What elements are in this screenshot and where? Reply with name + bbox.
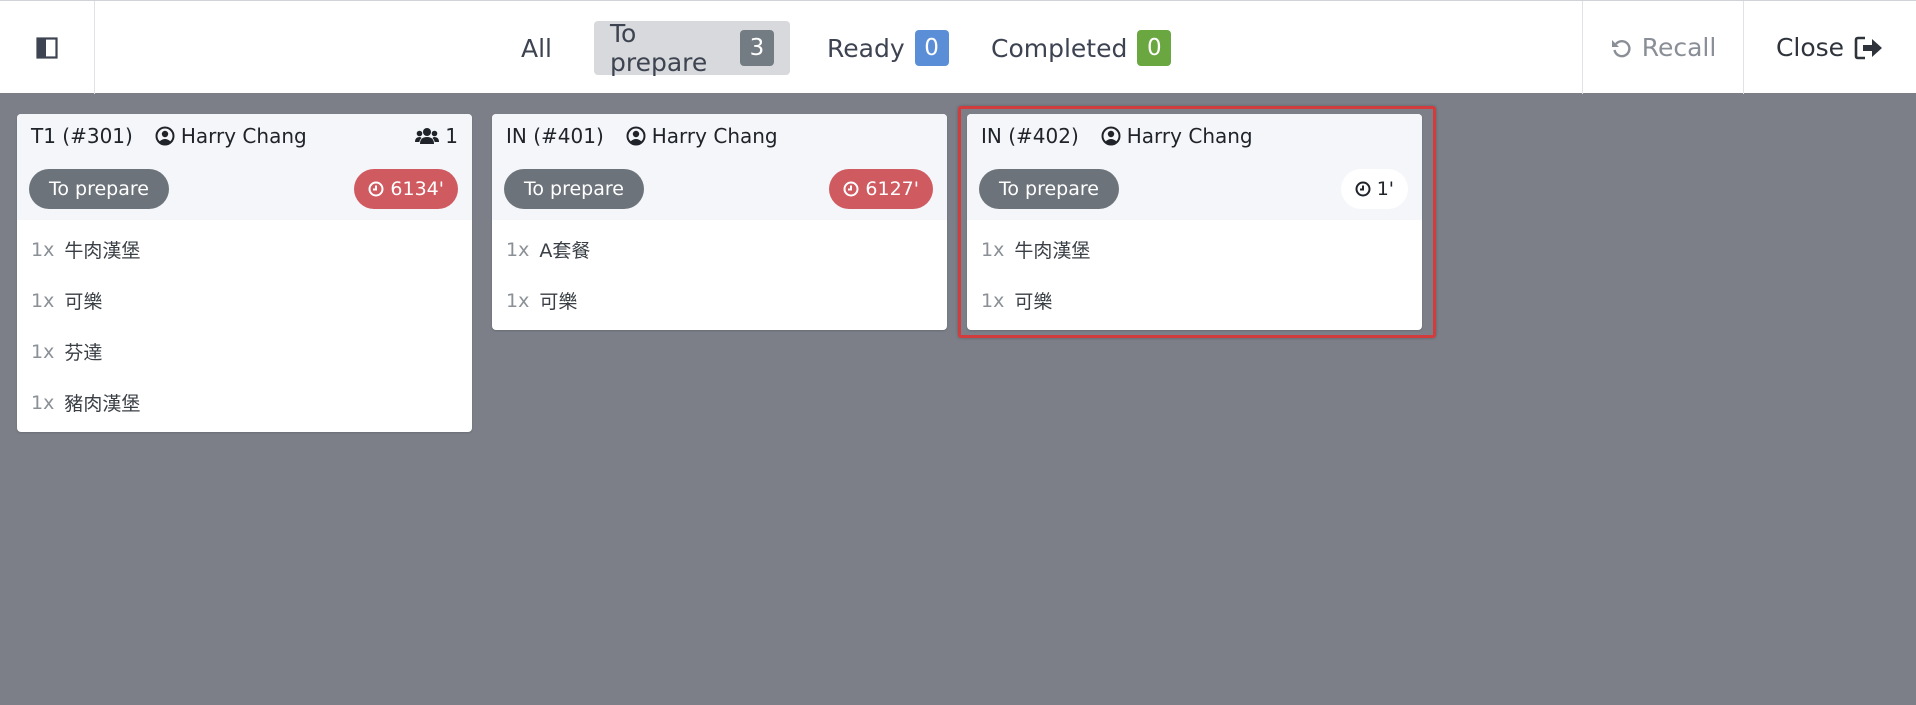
order-line[interactable]: 1x 豬肉漢堡 — [31, 377, 458, 428]
order-title: IN (#401) — [506, 124, 604, 148]
line-qty: 1x — [31, 391, 55, 414]
order-timer-value: 1' — [1376, 178, 1394, 200]
order-customer: Harry Chang — [1101, 124, 1253, 148]
order-timer: 6127' — [829, 169, 933, 209]
customer-name: Harry Chang — [1126, 124, 1253, 148]
tab-all[interactable]: All — [505, 21, 568, 75]
line-qty: 1x — [31, 238, 55, 261]
line-product: 芬達 — [64, 342, 103, 364]
clock-icon — [368, 181, 384, 197]
tab-ready-count: 0 — [914, 30, 949, 66]
close-button[interactable]: Close — [1743, 1, 1916, 94]
tab-ready-label: Ready — [827, 33, 905, 63]
line-qty: 1x — [981, 289, 1005, 312]
order-timer-value: 6127' — [865, 178, 919, 200]
customer-name: Harry Chang — [651, 124, 778, 148]
order-card[interactable]: IN (#401) Harry Chang To prepare 6127' 1… — [492, 114, 947, 330]
line-qty: 1x — [981, 238, 1005, 261]
order-state-button[interactable]: To prepare — [979, 169, 1119, 209]
order-timer: 1' — [1340, 169, 1408, 209]
order-title: IN (#402) — [981, 124, 1079, 148]
order-timer-value: 6134' — [390, 178, 444, 200]
order-state-button[interactable]: To prepare — [504, 169, 644, 209]
guest-count: 1 — [415, 124, 458, 148]
order-line[interactable]: 1x 牛肉漢堡 — [981, 224, 1408, 275]
recall-button[interactable]: Recall — [1582, 1, 1743, 94]
order-timer: 6134' — [354, 169, 458, 209]
sidebar-toggle-button[interactable] — [0, 1, 95, 94]
top-bar: All To prepare 3 Ready 0 Completed 0 Rec… — [0, 0, 1916, 94]
order-card[interactable]: T1 (#301) Harry Chang 1 To prepare 6134'… — [17, 114, 472, 432]
order-customer: Harry Chang — [626, 124, 778, 148]
close-label: Close — [1775, 33, 1845, 62]
line-qty: 1x — [506, 238, 530, 261]
tab-completed-label: Completed — [991, 33, 1128, 63]
order-card-header: T1 (#301) Harry Chang 1 To prepare 6134' — [17, 114, 472, 220]
order-line[interactable]: 1x 牛肉漢堡 — [31, 224, 458, 275]
line-product: 豬肉漢堡 — [64, 393, 141, 415]
order-lines: 1x A套餐 1x 可樂 — [492, 220, 947, 330]
order-card-header: IN (#401) Harry Chang To prepare 6127' — [492, 114, 947, 220]
order-card[interactable]: IN (#402) Harry Chang To prepare 1' 1x 牛… — [967, 114, 1422, 330]
order-card-header: IN (#402) Harry Chang To prepare 1' — [967, 114, 1422, 220]
order-title: T1 (#301) — [31, 124, 133, 148]
order-line[interactable]: 1x A套餐 — [506, 224, 933, 275]
order-lines: 1x 牛肉漢堡 1x 可樂 1x 芬達 1x 豬肉漢堡 — [17, 220, 472, 432]
line-product: A套餐 — [539, 240, 591, 262]
recall-label: Recall — [1641, 33, 1717, 62]
tab-to-prepare[interactable]: To prepare 3 — [594, 19, 790, 77]
line-product: 可樂 — [64, 291, 103, 313]
clock-icon — [843, 181, 859, 197]
line-product: 可樂 — [539, 291, 578, 313]
sidebar-toggle-icon — [36, 36, 58, 59]
sign-out-icon — [1854, 36, 1883, 59]
tab-to-prepare-count: 3 — [740, 30, 774, 66]
tab-ready[interactable]: Ready 0 — [811, 21, 965, 75]
order-lines: 1x 牛肉漢堡 1x 可樂 — [967, 220, 1422, 330]
line-product: 可樂 — [1014, 291, 1053, 313]
order-state-button[interactable]: To prepare — [29, 169, 169, 209]
line-product: 牛肉漢堡 — [1014, 240, 1091, 262]
order-line[interactable]: 1x 可樂 — [31, 275, 458, 326]
order-line[interactable]: 1x 芬達 — [31, 326, 458, 377]
user-circle-icon — [626, 126, 646, 146]
tab-completed[interactable]: Completed 0 — [975, 21, 1187, 75]
order-line[interactable]: 1x 可樂 — [506, 275, 933, 326]
clock-icon — [1355, 181, 1371, 197]
guest-count-value: 1 — [445, 124, 458, 148]
user-circle-icon — [1101, 126, 1121, 146]
line-qty: 1x — [506, 289, 530, 312]
order-line[interactable]: 1x 可樂 — [981, 275, 1408, 326]
undo-icon — [1611, 39, 1631, 57]
line-qty: 1x — [31, 340, 55, 363]
user-circle-icon — [155, 126, 175, 146]
tab-completed-count: 0 — [1137, 30, 1172, 66]
line-qty: 1x — [31, 289, 55, 312]
line-product: 牛肉漢堡 — [64, 240, 141, 262]
customer-name: Harry Chang — [180, 124, 307, 148]
tab-all-label: All — [521, 33, 552, 63]
users-icon — [415, 128, 440, 144]
order-customer: Harry Chang — [155, 124, 307, 148]
tab-to-prepare-label: To prepare — [610, 19, 708, 77]
